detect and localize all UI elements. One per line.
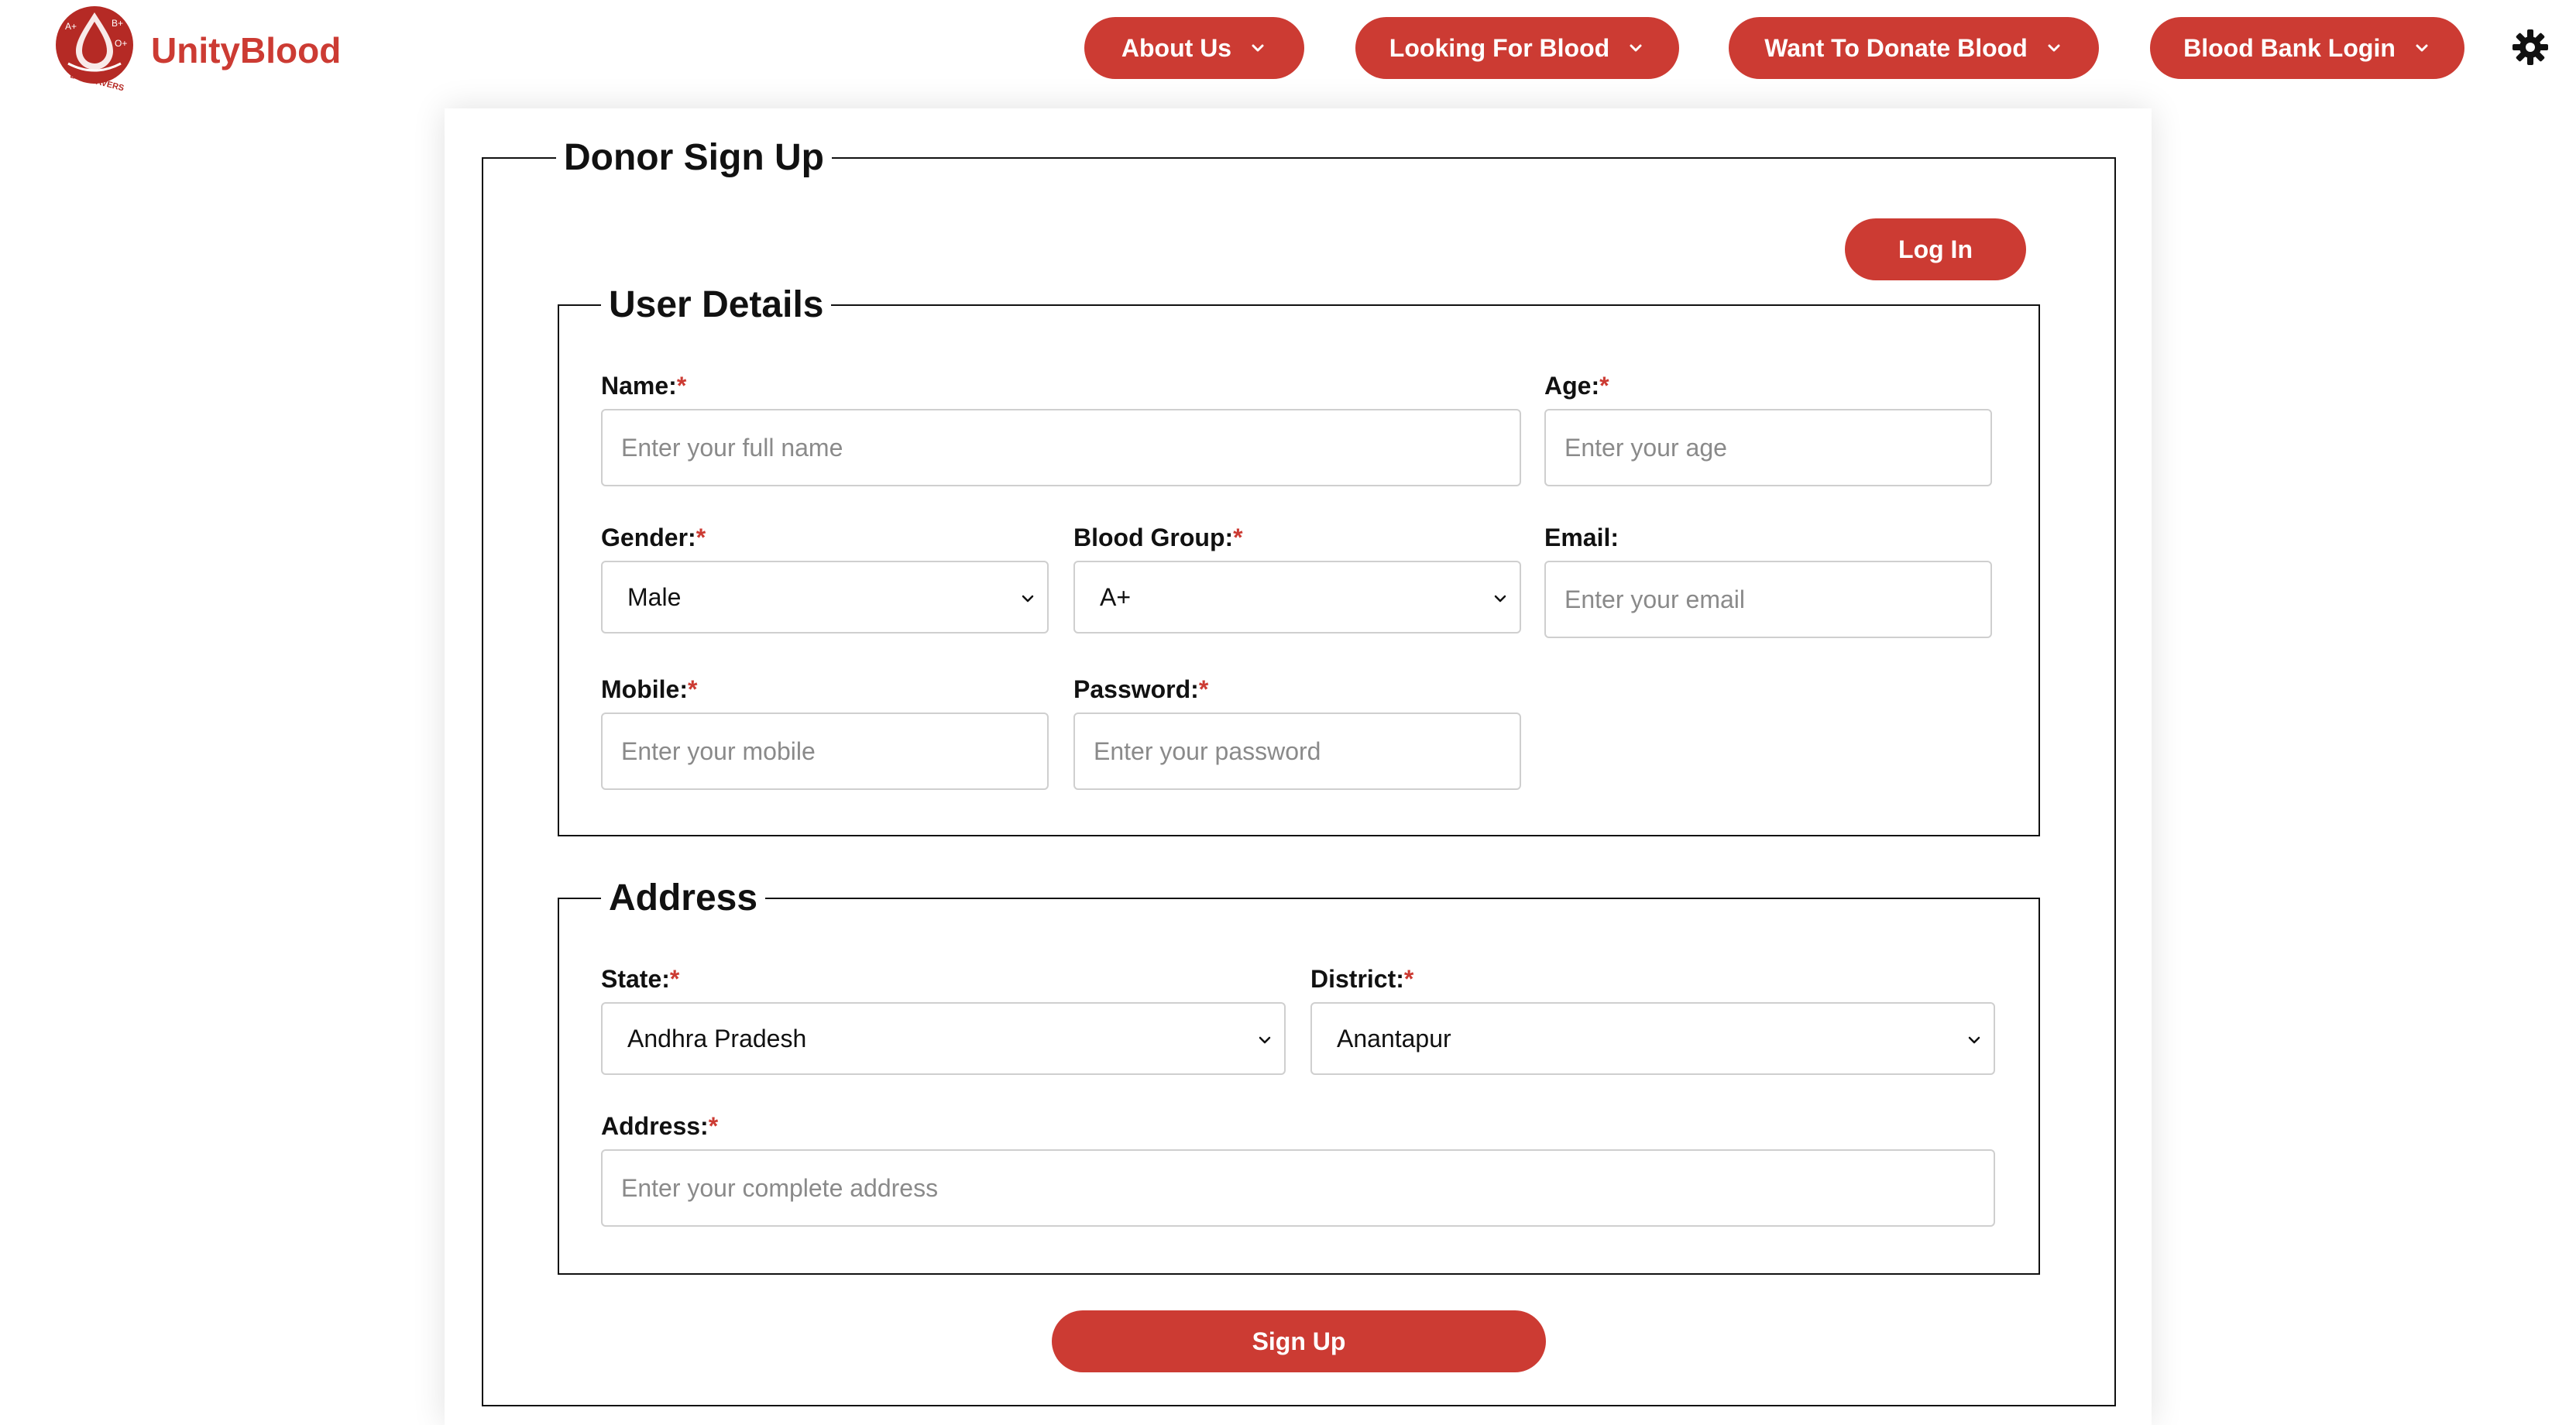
age-input[interactable] bbox=[1544, 409, 1992, 486]
address-label: Address:* bbox=[601, 1112, 719, 1140]
district-label: District:* bbox=[1310, 965, 1414, 993]
mobile-input[interactable] bbox=[601, 712, 1049, 790]
nav-looking-for-blood-label: Looking For Blood bbox=[1389, 33, 1610, 62]
brand-name[interactable]: UnityBlood bbox=[151, 29, 341, 71]
gender-selected-value: Male bbox=[627, 582, 682, 611]
chevron-down-icon bbox=[1259, 1036, 1271, 1044]
user-details-title: User Details bbox=[609, 284, 824, 325]
chevron-down-icon bbox=[1968, 1036, 1980, 1044]
log-in-button[interactable]: Log In bbox=[1845, 218, 2026, 280]
form-title: Donor Sign Up bbox=[564, 137, 824, 178]
nav-want-to-donate-button[interactable]: Want To Donate Blood bbox=[1729, 17, 2099, 79]
gender-label: Gender:* bbox=[601, 524, 706, 551]
chevron-down-icon bbox=[1494, 595, 1506, 603]
state-selected-value: Andhra Pradesh bbox=[627, 1024, 807, 1052]
svg-text:B+: B+ bbox=[112, 18, 123, 29]
state-select[interactable]: Andhra Pradesh bbox=[601, 1002, 1286, 1075]
address-input[interactable] bbox=[601, 1149, 1995, 1227]
chevron-down-icon bbox=[1022, 595, 1034, 603]
address-title: Address bbox=[609, 877, 758, 919]
email-input[interactable] bbox=[1544, 561, 1992, 638]
district-select[interactable]: Anantapur bbox=[1310, 1002, 1995, 1075]
nav-want-to-donate-label: Want To Donate Blood bbox=[1764, 33, 2028, 62]
nav-about-us-button[interactable]: About Us bbox=[1084, 17, 1304, 79]
chevron-down-icon bbox=[1252, 44, 1264, 52]
name-label: Name:* bbox=[601, 372, 687, 400]
svg-text:O+: O+ bbox=[115, 38, 127, 49]
name-input[interactable] bbox=[601, 409, 1521, 486]
password-label: Password:* bbox=[1073, 675, 1209, 703]
unityblood-logo[interactable]: A+ B+ O+ LIFE SAVERS bbox=[53, 3, 136, 91]
gear-icon[interactable] bbox=[2511, 28, 2550, 67]
email-label: Email: bbox=[1544, 524, 1619, 551]
blood-group-select[interactable]: A+ bbox=[1073, 561, 1521, 634]
svg-text:A+: A+ bbox=[65, 21, 77, 32]
top-navbar: A+ B+ O+ LIFE SAVERS UnityBlood About Us… bbox=[0, 0, 2576, 101]
mobile-label: Mobile:* bbox=[601, 675, 698, 703]
nav-looking-for-blood-button[interactable]: Looking For Blood bbox=[1355, 17, 1679, 79]
blood-group-label: Blood Group:* bbox=[1073, 524, 1243, 551]
password-input[interactable] bbox=[1073, 712, 1521, 790]
sign-up-button[interactable]: Sign Up bbox=[1052, 1310, 1546, 1372]
state-label: State:* bbox=[601, 965, 680, 993]
chevron-down-icon bbox=[1630, 44, 1642, 52]
district-selected-value: Anantapur bbox=[1337, 1024, 1451, 1052]
nav-blood-bank-login-button[interactable]: Blood Bank Login bbox=[2150, 17, 2464, 79]
gender-select[interactable]: Male bbox=[601, 561, 1049, 634]
blood-group-selected-value: A+ bbox=[1100, 582, 1132, 611]
nav-about-us-label: About Us bbox=[1121, 33, 1232, 62]
chevron-down-icon bbox=[2048, 44, 2060, 52]
chevron-down-icon bbox=[2416, 44, 2428, 52]
age-label: Age:* bbox=[1544, 372, 1609, 400]
nav-blood-bank-login-label: Blood Bank Login bbox=[2183, 33, 2396, 62]
